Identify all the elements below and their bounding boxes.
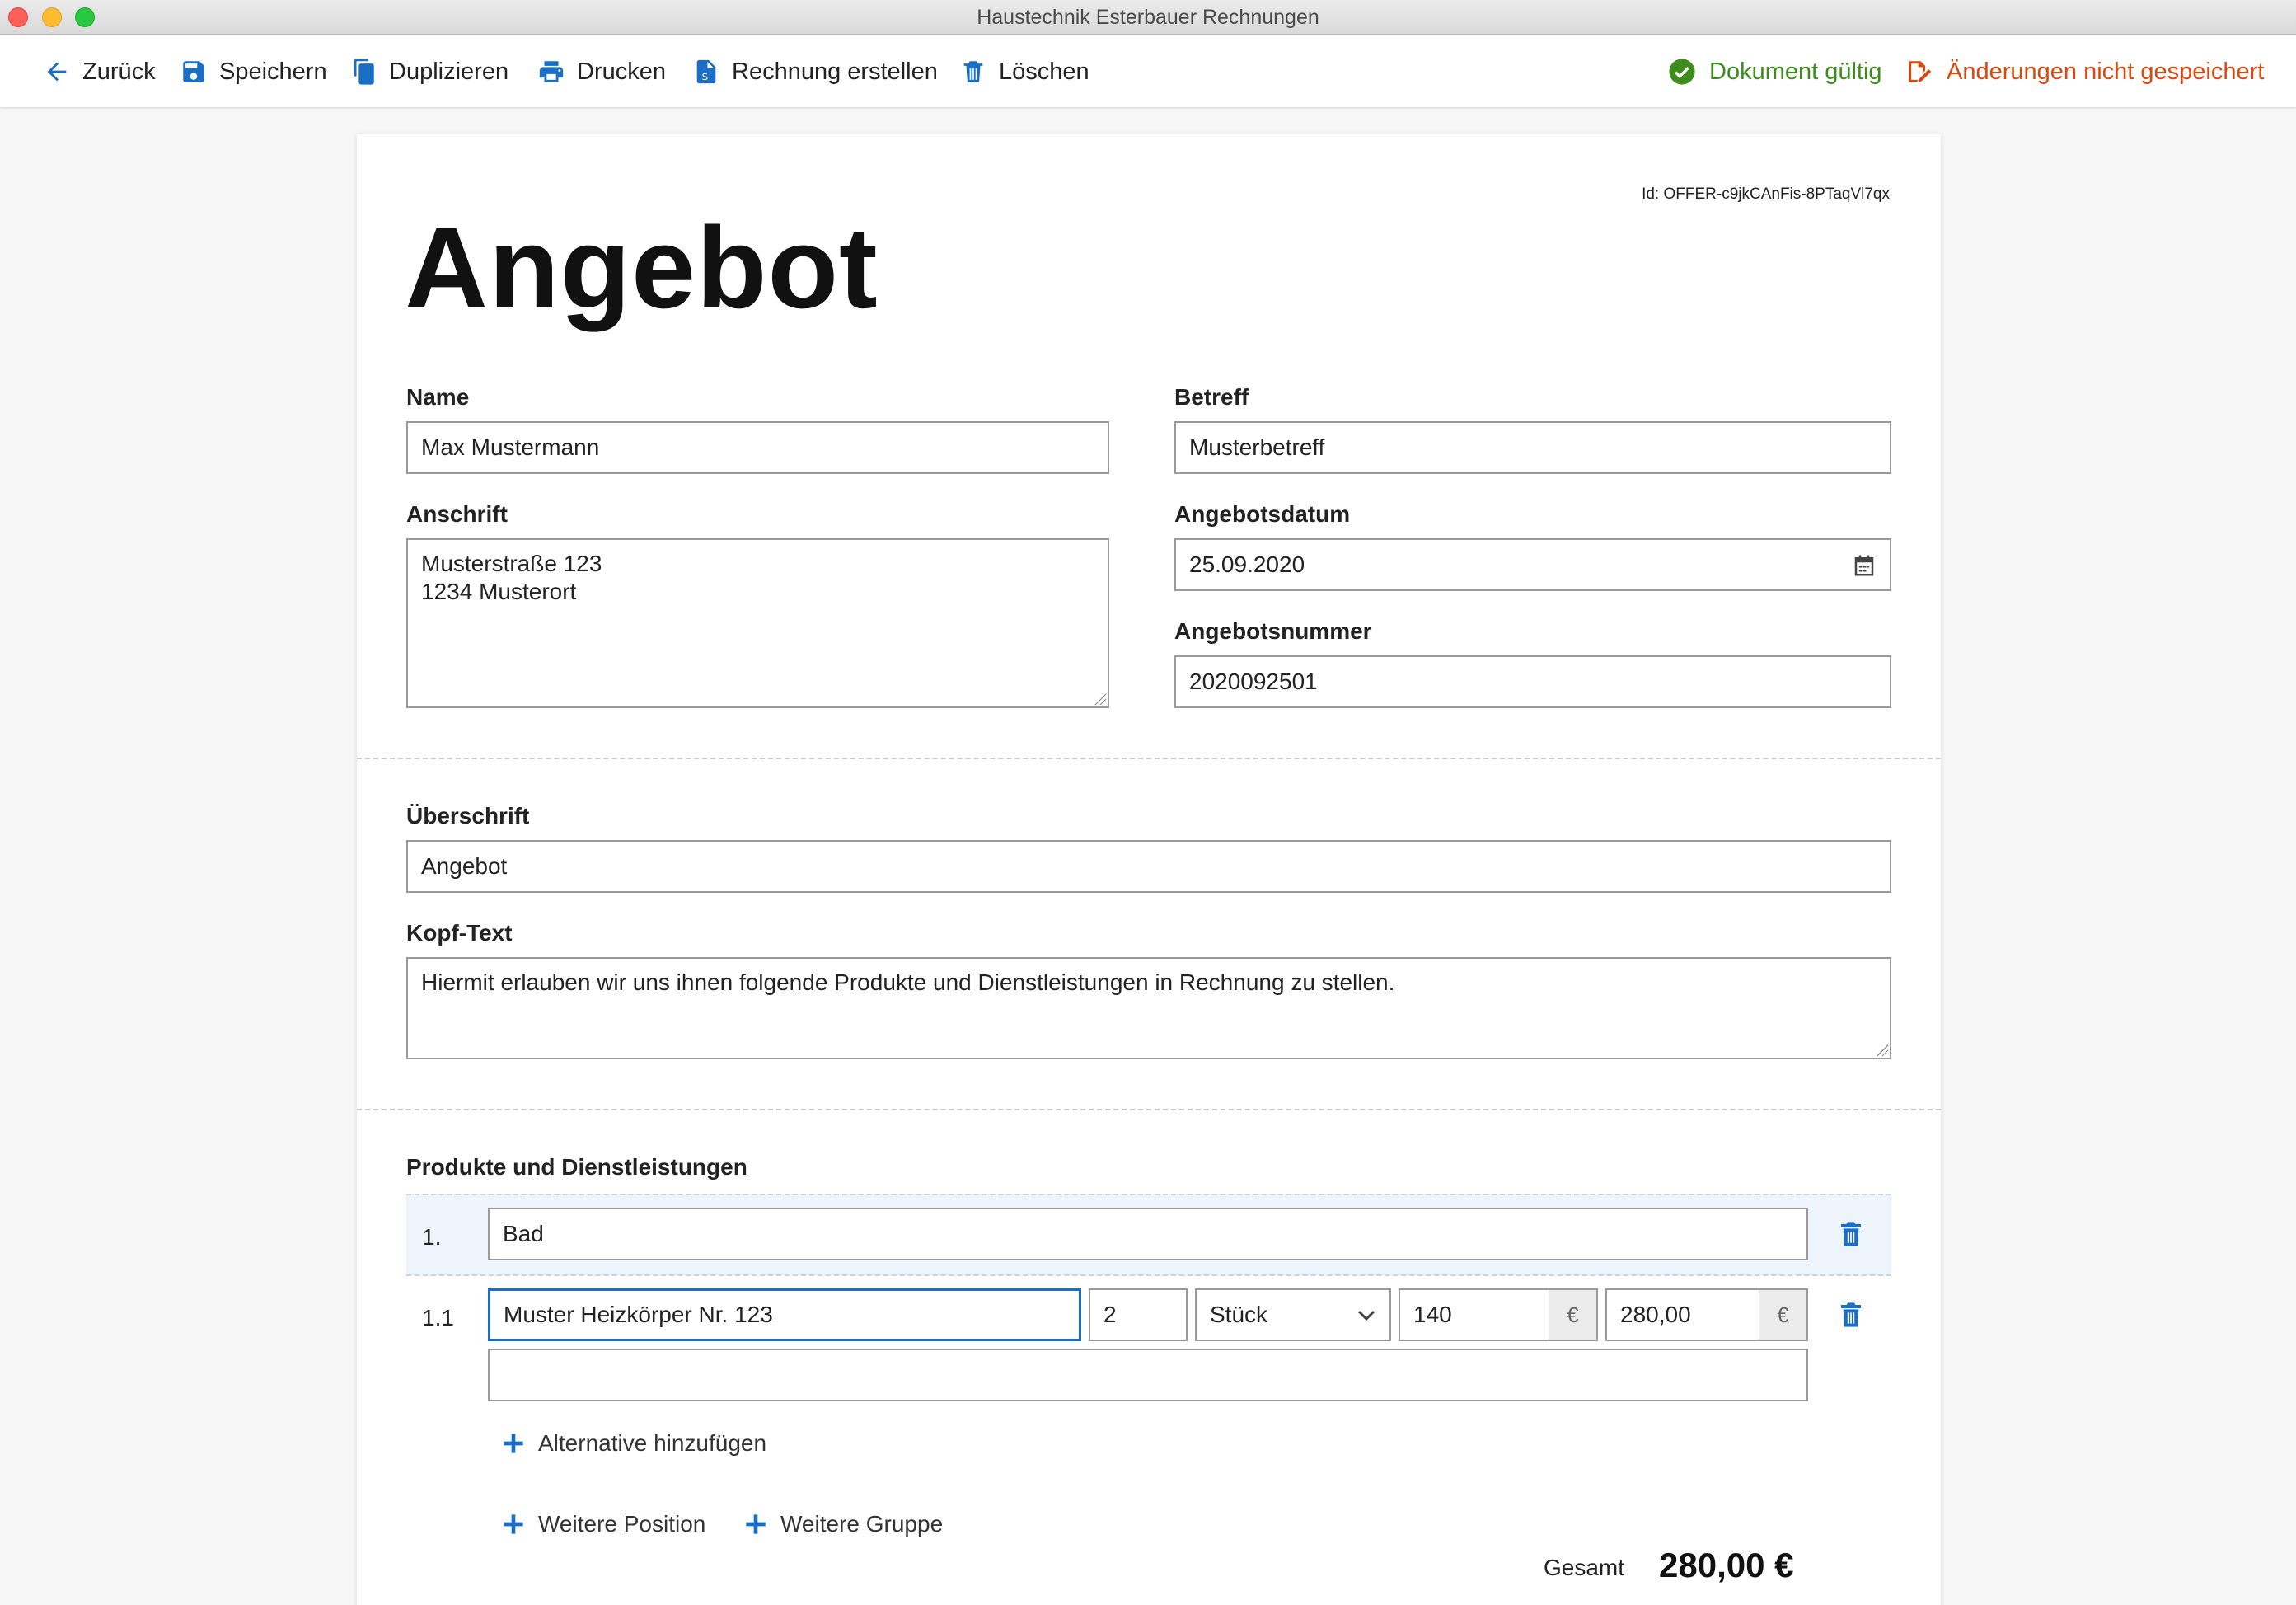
create-invoice-button[interactable]: $ Rechnung erstellen xyxy=(692,35,938,108)
date-value: 25.09.2020 xyxy=(1189,551,1305,577)
group-name-value: Bad xyxy=(503,1221,544,1246)
duplicate-button[interactable]: Duplizieren xyxy=(349,35,508,108)
name-value: Max Mustermann xyxy=(421,434,600,460)
print-label: Drucken xyxy=(577,58,666,85)
unsaved-changes-status: Änderungen nicht gespeichert xyxy=(1905,35,2264,108)
add-alternative-label: Alternative hinzufügen xyxy=(538,1430,767,1456)
address-field[interactable]: Musterstraße 123 1234 Musterort xyxy=(406,538,1109,708)
save-label: Speichern xyxy=(219,58,327,85)
positions-section-label: Produkte und Dienstleistungen xyxy=(406,1154,747,1180)
resize-handle-icon[interactable] xyxy=(1877,1044,1888,1056)
item-unit-value: Stück xyxy=(1210,1302,1268,1327)
copy-icon xyxy=(354,59,374,85)
printer-icon xyxy=(539,61,564,82)
total-label: Gesamt xyxy=(1544,1555,1625,1580)
document-paper: Id: OFFER-c9jkCAnFis-8PTaqVl7qx Angebot … xyxy=(357,134,1941,1605)
arrow-left-icon xyxy=(47,62,67,82)
name-field[interactable]: Max Mustermann xyxy=(406,421,1109,474)
item-quantity-field[interactable]: 2 xyxy=(1089,1288,1188,1341)
address-value: Musterstraße 123 1234 Musterort xyxy=(421,551,602,604)
section-divider xyxy=(357,758,1941,759)
date-field[interactable]: 25.09.2020 xyxy=(1174,538,1891,591)
section-divider xyxy=(357,1109,1941,1110)
trash-icon xyxy=(963,61,983,82)
item-total-value: 280,00 xyxy=(1620,1302,1691,1327)
heading-label: Überschrift xyxy=(406,803,530,828)
subject-field[interactable]: Musterbetreff xyxy=(1174,421,1891,474)
window-titlebar: Haustechnik Esterbauer Rechnungen xyxy=(0,0,2296,35)
save-button[interactable]: Speichern xyxy=(180,35,327,108)
number-label: Angebotsnummer xyxy=(1174,618,1372,644)
currency-suffix: € xyxy=(1549,1290,1596,1340)
total-value: 280,00 € xyxy=(1659,1546,1794,1584)
delete-label: Löschen xyxy=(999,58,1089,85)
window-title: Haustechnik Esterbauer Rechnungen xyxy=(977,6,1319,29)
add-position-label: Weitere Position xyxy=(538,1511,706,1537)
document-valid-status: Dokument gültig xyxy=(1668,35,1882,108)
add-group-label: Weitere Gruppe xyxy=(780,1511,944,1537)
item-name-field[interactable]: Muster Heizkörper Nr. 123 xyxy=(488,1288,1081,1341)
heading-field[interactable]: Angebot xyxy=(406,840,1891,893)
item-number: 1.1 xyxy=(422,1305,454,1330)
header-text-field[interactable]: Hiermit erlauben wir uns ihnen folgende … xyxy=(406,957,1891,1059)
document-id: Id: OFFER-c9jkCAnFis-8PTaqVl7qx xyxy=(1642,185,1890,203)
add-group-button[interactable]: Weitere Gruppe xyxy=(744,1511,943,1537)
toolbar: Zurück Speichern Duplizieren Drucken $ R… xyxy=(0,35,2296,108)
header-text-value: Hiermit erlauben wir uns ihnen folgende … xyxy=(421,969,1395,995)
create-invoice-label: Rechnung erstellen xyxy=(732,58,938,85)
document-title: Angebot xyxy=(405,203,879,332)
group-name-field[interactable]: Bad xyxy=(488,1208,1808,1260)
chevron-down-icon xyxy=(1357,1310,1375,1321)
duplicate-label: Duplizieren xyxy=(389,58,509,85)
subject-value: Musterbetreff xyxy=(1189,434,1325,460)
plus-icon xyxy=(504,1434,523,1453)
name-label: Name xyxy=(406,384,470,410)
document-valid-label: Dokument gültig xyxy=(1709,58,1882,85)
delete-item-trash-icon[interactable] xyxy=(1838,1300,1864,1330)
number-field[interactable]: 2020092501 xyxy=(1174,655,1891,708)
group-number: 1. xyxy=(422,1224,442,1250)
add-position-button[interactable]: Weitere Position xyxy=(502,1511,705,1537)
heading-value: Angebot xyxy=(421,853,508,879)
svg-text:$: $ xyxy=(701,71,708,83)
unsaved-changes-label: Änderungen nicht gespeichert xyxy=(1947,58,2265,85)
print-button[interactable]: Drucken xyxy=(537,35,666,108)
resize-handle-icon[interactable] xyxy=(1094,693,1106,705)
calendar-icon[interactable] xyxy=(1852,553,1877,578)
item-name-value: Muster Heizkörper Nr. 123 xyxy=(504,1302,773,1327)
delete-group-trash-icon[interactable] xyxy=(1838,1219,1864,1249)
item-unit-price-value: 140 xyxy=(1413,1302,1452,1327)
add-alternative-button[interactable]: Alternative hinzufügen xyxy=(502,1430,766,1457)
subject-label: Betreff xyxy=(1174,384,1249,410)
item-unit-price-field[interactable]: 140 € xyxy=(1399,1288,1598,1341)
currency-suffix: € xyxy=(1759,1290,1806,1340)
header-text-label: Kopf-Text xyxy=(406,920,513,946)
edit-document-icon xyxy=(1909,61,1932,82)
number-value: 2020092501 xyxy=(1189,669,1318,694)
invoice-icon: $ xyxy=(696,59,716,84)
address-label: Anschrift xyxy=(406,501,508,527)
back-button[interactable]: Zurück xyxy=(43,35,156,108)
back-label: Zurück xyxy=(82,58,156,85)
date-label: Angebotsdatum xyxy=(1174,501,1351,527)
item-total-field[interactable]: 280,00 € xyxy=(1605,1288,1808,1341)
item-unit-select[interactable]: Stück xyxy=(1195,1288,1391,1341)
item-quantity-value: 2 xyxy=(1103,1302,1117,1327)
delete-button[interactable]: Löschen xyxy=(959,35,1089,108)
floppy-disk-icon xyxy=(183,61,204,82)
check-circle-icon xyxy=(1669,59,1695,85)
plus-icon xyxy=(504,1514,523,1534)
item-description-field[interactable] xyxy=(488,1349,1808,1401)
plus-icon xyxy=(746,1514,766,1534)
